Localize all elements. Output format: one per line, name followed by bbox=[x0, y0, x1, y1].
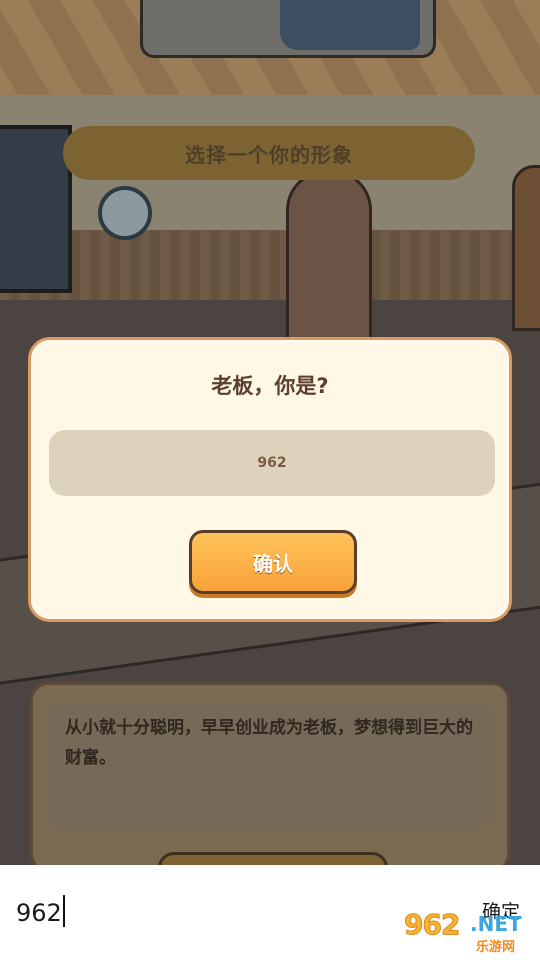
name-input[interactable] bbox=[49, 430, 495, 496]
text-caret bbox=[62, 895, 65, 927]
television bbox=[0, 125, 72, 293]
dialog-title: 老板，你是? bbox=[211, 374, 329, 398]
site-watermark-logo: 962 .NET 乐游网 bbox=[400, 908, 532, 956]
keyboard-text-field[interactable]: 962 bbox=[16, 895, 65, 927]
wall-panel bbox=[0, 230, 540, 300]
door bbox=[286, 170, 372, 348]
watermark-net: .NET bbox=[470, 912, 522, 936]
character-description: 从小就十分聪明，早早创业成为老板，梦想得到巨大的财富。 bbox=[47, 701, 493, 829]
side-door bbox=[512, 165, 540, 331]
bed-cover bbox=[280, 0, 420, 50]
confirm-button[interactable]: 确认 bbox=[189, 530, 357, 594]
character-select-title: 选择一个你的形象 bbox=[63, 126, 475, 180]
keyboard-typed-text: 962 bbox=[16, 899, 62, 927]
character-description-panel: 从小就十分聪明，早早创业成为老板，梦想得到巨大的财富。 bbox=[30, 682, 510, 865]
wall-clock-icon bbox=[98, 186, 152, 240]
scene-button bbox=[158, 852, 388, 865]
watermark-number: 962 bbox=[403, 908, 460, 942]
name-dialog: 老板，你是? 确认 bbox=[28, 337, 512, 622]
watermark-sub: 乐游网 bbox=[476, 940, 516, 955]
